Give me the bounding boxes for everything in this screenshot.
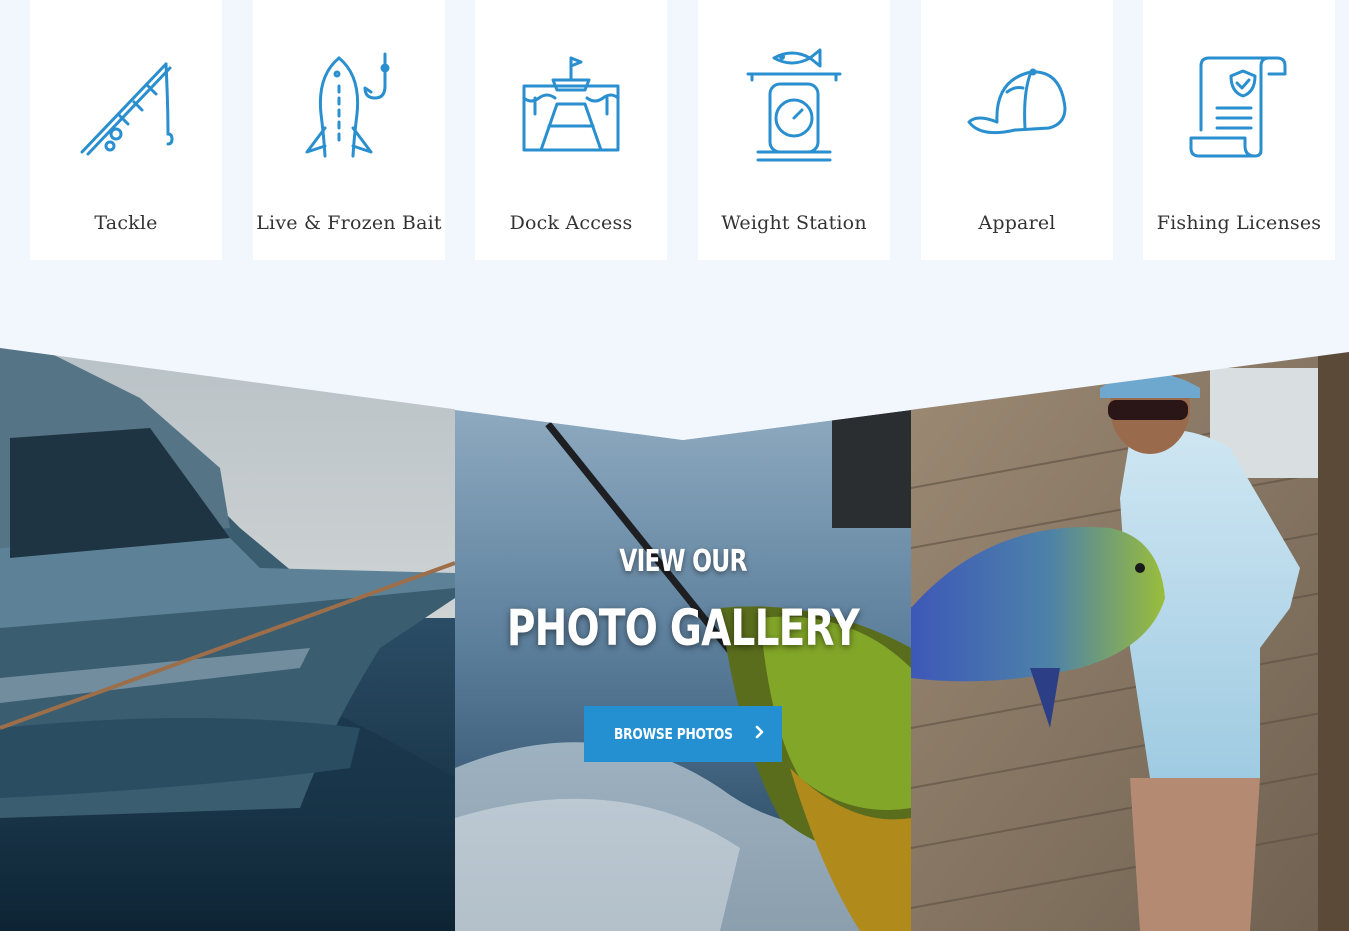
service-card-apparel[interactable]: Apparel <box>921 0 1113 260</box>
service-card-weight-station[interactable]: Weight Station <box>698 0 890 260</box>
photo-gallery-section: VIEW OUR PHOTO GALLERY BROWSE PHOTOS <box>0 348 1349 931</box>
dock-icon <box>521 46 621 166</box>
scale-icon <box>744 46 844 166</box>
service-label: Tackle <box>94 212 158 234</box>
service-label: Fishing Licenses <box>1156 212 1322 234</box>
service-label: Weight Station <box>721 212 867 234</box>
service-label: Live & Frozen Bait <box>256 212 442 234</box>
gallery-subtitle: VIEW OUR <box>619 544 747 579</box>
gallery-title: PHOTO GALLERY <box>506 599 860 657</box>
services-section: Tackle Live & Frozen Bait Dock Access We… <box>0 0 1349 260</box>
service-card-bait[interactable]: Live & Frozen Bait <box>253 0 445 260</box>
service-card-tackle[interactable]: Tackle <box>30 0 222 260</box>
fishing-rod-icon <box>76 46 176 166</box>
fish-hook-icon <box>299 46 399 166</box>
chevron-right-icon <box>755 725 765 743</box>
cap-icon <box>967 46 1067 166</box>
service-card-fishing-licenses[interactable]: Fishing Licenses <box>1143 0 1335 260</box>
service-card-dock[interactable]: Dock Access <box>475 0 667 260</box>
browse-photos-button[interactable]: BROWSE PHOTOS <box>584 706 782 762</box>
service-label: Dock Access <box>509 212 633 234</box>
service-label: Apparel <box>978 212 1056 234</box>
gallery-cta: VIEW OUR PHOTO GALLERY BROWSE PHOTOS <box>455 540 911 762</box>
browse-photos-label: BROWSE PHOTOS <box>613 725 733 743</box>
license-scroll-icon <box>1189 46 1289 166</box>
